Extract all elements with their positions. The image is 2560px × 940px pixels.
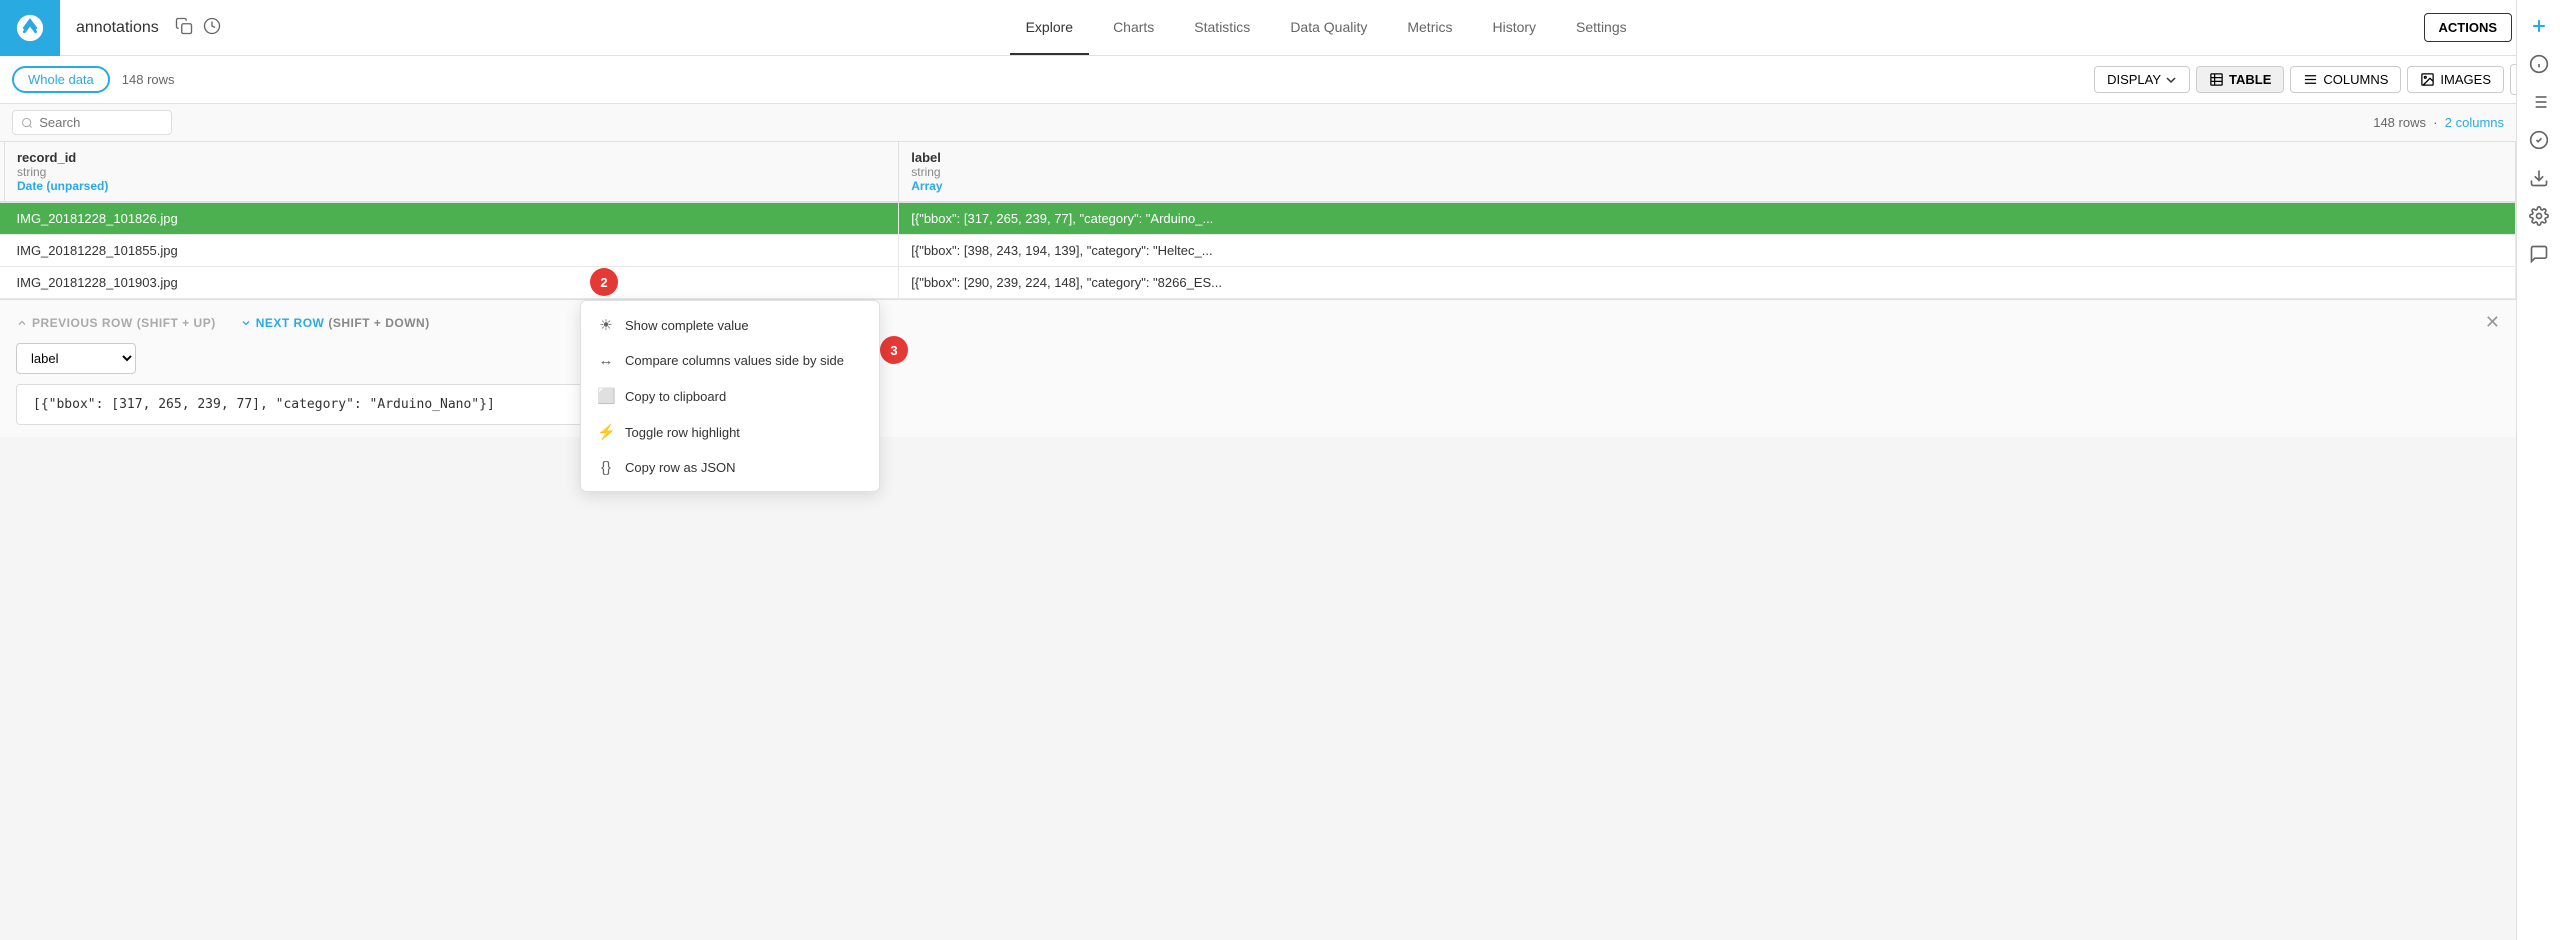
- sidebar-chat-icon[interactable]: [2521, 236, 2557, 272]
- ctx-toggle-label: Toggle row highlight: [625, 425, 740, 440]
- app-logo[interactable]: [0, 0, 60, 56]
- nav-history[interactable]: History: [1476, 1, 1552, 55]
- cols-info: 2 columns: [2445, 115, 2504, 130]
- sidebar-gear-icon[interactable]: [2521, 198, 2557, 234]
- clock-icon[interactable]: [203, 17, 221, 38]
- col-record-id-subtype: Date (unparsed): [17, 179, 886, 193]
- ctx-compare-label: Compare columns values side by side: [625, 353, 844, 368]
- field-dropdown[interactable]: label record_id: [16, 343, 136, 374]
- table-label: TABLE: [2229, 72, 2271, 87]
- col-record-id-type: string: [17, 165, 886, 179]
- nav-settings[interactable]: Settings: [1560, 1, 1643, 55]
- copy-icon[interactable]: [175, 17, 193, 38]
- badge-3: 3: [880, 336, 908, 364]
- cell-record-id: IMG_20181228_101826.jpg: [5, 202, 899, 235]
- next-label: NEXT ROW: [256, 316, 325, 330]
- col-label-name: label: [911, 150, 2503, 165]
- search-input-wrap[interactable]: [12, 110, 172, 135]
- json-icon: {}: [597, 459, 615, 476]
- subbar-right: DISPLAY TABLE COLUMNS IMAGES: [2094, 64, 2548, 95]
- next-row-button[interactable]: NEXT ROW (SHIFT + DOWN): [240, 316, 430, 330]
- row-navigation: PREVIOUS ROW (SHIFT + UP) NEXT ROW (SHIF…: [16, 316, 430, 330]
- sidebar-list-icon[interactable]: [2521, 84, 2557, 120]
- search-icon: [21, 116, 33, 130]
- data-table: record_id string Date (unparsed) label s…: [0, 142, 2516, 299]
- ctx-copy-clipboard[interactable]: ⬜ Copy to clipboard: [581, 378, 879, 414]
- rows-info: 148 rows: [2373, 115, 2426, 130]
- row-count: 148 rows: [122, 72, 175, 87]
- cell-record-id: IMG_20181228_101903.jpg: [5, 267, 899, 299]
- ctx-toggle-highlight[interactable]: ⚡ Toggle row highlight: [581, 414, 879, 450]
- data-table-wrap: record_id string Date (unparsed) label s…: [0, 142, 2516, 299]
- sidebar-check-icon[interactable]: [2521, 122, 2557, 158]
- ctx-json-label: Copy row as JSON: [625, 460, 736, 475]
- nav-explore[interactable]: Explore: [1010, 1, 1089, 55]
- ctx-copy-label: Copy to clipboard: [625, 389, 726, 404]
- columns-label: COLUMNS: [2323, 72, 2388, 87]
- badge-2: 2: [590, 268, 618, 296]
- nav-metrics[interactable]: Metrics: [1391, 1, 1468, 55]
- nav-data-quality[interactable]: Data Quality: [1274, 1, 1383, 55]
- clipboard-icon: ⬜: [597, 387, 615, 405]
- table-row[interactable]: IMG_20181228_101903.jpg [{"bbox": [290, …: [0, 267, 2516, 299]
- subbar: Whole data 148 rows DISPLAY TABLE COLUMN…: [0, 56, 2560, 104]
- col-label-type: string: [911, 165, 2503, 179]
- sidebar-plus-icon[interactable]: [2521, 8, 2557, 44]
- col-record-id-name: record_id: [17, 150, 886, 165]
- arrows-icon: ↔: [597, 352, 615, 369]
- display-button[interactable]: DISPLAY: [2094, 66, 2190, 93]
- topbar: annotations Explore Charts Statistics Da…: [0, 0, 2560, 56]
- col-record-id[interactable]: record_id string Date (unparsed): [5, 142, 899, 202]
- next-shortcut: (SHIFT + DOWN): [328, 316, 429, 330]
- app-name: annotations: [60, 19, 175, 37]
- sidebar-info-icon[interactable]: [2521, 46, 2557, 82]
- rows-cols-info: 148 rows · 2 columns: [2373, 115, 2504, 130]
- cell-record-id: IMG_20181228_101855.jpg: [5, 235, 899, 267]
- prev-shortcut: (SHIFT + UP): [137, 316, 216, 330]
- nav-statistics[interactable]: Statistics: [1178, 1, 1266, 55]
- ctx-show-complete[interactable]: ☀ Show complete value: [581, 307, 879, 343]
- bottom-panel: PREVIOUS ROW (SHIFT + UP) NEXT ROW (SHIF…: [0, 299, 2516, 437]
- main-nav: Explore Charts Statistics Data Quality M…: [229, 1, 2424, 55]
- table-row[interactable]: IMG_20181228_101855.jpg [{"bbox": [398, …: [0, 235, 2516, 267]
- prev-label: PREVIOUS ROW: [32, 316, 133, 330]
- close-button[interactable]: ✕: [2485, 312, 2500, 333]
- app-icon-group: [175, 17, 221, 38]
- right-sidebar: [2516, 0, 2560, 940]
- images-label: IMAGES: [2440, 72, 2491, 87]
- bottom-panel-header: PREVIOUS ROW (SHIFT + UP) NEXT ROW (SHIF…: [16, 312, 2500, 333]
- images-view-button[interactable]: IMAGES: [2407, 66, 2504, 93]
- search-input[interactable]: [39, 115, 163, 130]
- table-view-button[interactable]: TABLE: [2196, 66, 2284, 93]
- cell-label: [{"bbox": [317, 265, 239, 77], "category…: [899, 202, 2516, 235]
- ctx-copy-json[interactable]: {} Copy row as JSON: [581, 450, 879, 485]
- prev-row-button[interactable]: PREVIOUS ROW (SHIFT + UP): [16, 316, 216, 330]
- flash-icon: ⚡: [597, 423, 615, 441]
- cell-label: [{"bbox": [290, 239, 224, 148], "categor…: [899, 267, 2516, 299]
- table-row[interactable]: IMG_20181228_101826.jpg [{"bbox": [317, …: [0, 202, 2516, 235]
- nav-charts[interactable]: Charts: [1097, 1, 1170, 55]
- search-bar-row: 148 rows · 2 columns: [0, 104, 2516, 142]
- actions-button[interactable]: ACTIONS: [2424, 13, 2513, 42]
- field-dropdown-row: label record_id: [16, 343, 2500, 374]
- context-menu: ☀ Show complete value ↔ Compare columns …: [580, 300, 880, 492]
- cell-label: [{"bbox": [398, 243, 194, 139], "categor…: [899, 235, 2516, 267]
- ctx-compare-columns[interactable]: ↔ Compare columns values side by side: [581, 343, 879, 378]
- columns-view-button[interactable]: COLUMNS: [2290, 66, 2401, 93]
- display-label: DISPLAY: [2107, 72, 2161, 87]
- col-label[interactable]: label string Array: [899, 142, 2516, 202]
- ctx-show-complete-label: Show complete value: [625, 318, 749, 333]
- main-content: 148 rows · 2 columns record_id string Da…: [0, 104, 2516, 437]
- sidebar-download-icon[interactable]: [2521, 160, 2557, 196]
- whole-data-button[interactable]: Whole data: [12, 66, 110, 93]
- col-label-subtype: Array: [911, 179, 2503, 193]
- sun-icon: ☀: [597, 316, 615, 334]
